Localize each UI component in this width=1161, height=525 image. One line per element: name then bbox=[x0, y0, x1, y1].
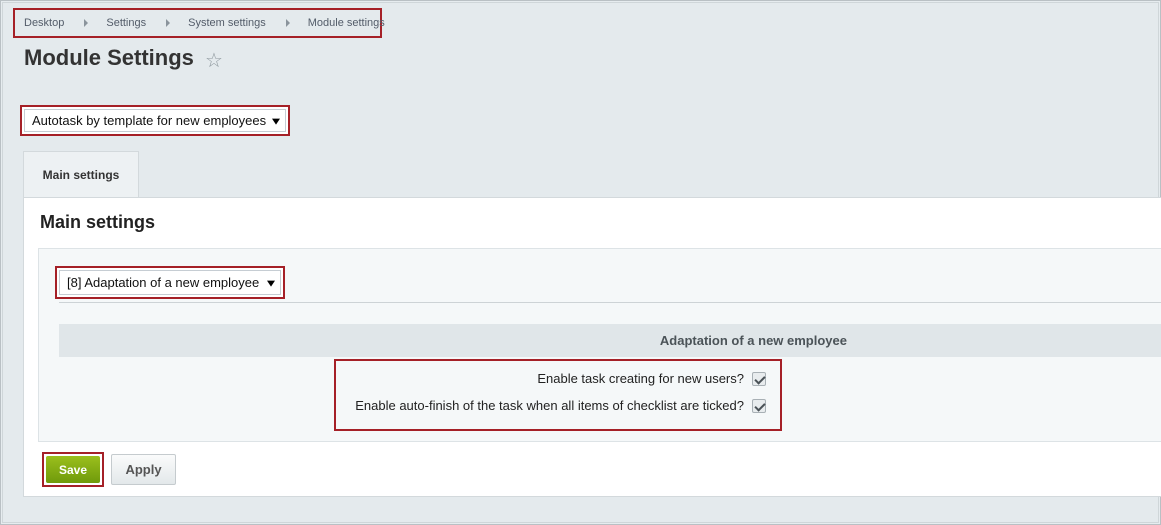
module-select-value: Autotask by template for new employees bbox=[32, 113, 267, 128]
template-select[interactable]: [8] Adaptation of a new employee bbox=[59, 270, 281, 295]
page-frame: Desktop Settings System settings Module … bbox=[2, 2, 1161, 523]
save-button-highlight: Save bbox=[42, 452, 104, 487]
option-enable-task-creating: Enable task creating for new users? bbox=[537, 371, 766, 386]
breadcrumb: Desktop Settings System settings Module … bbox=[13, 8, 385, 38]
save-button[interactable]: Save bbox=[46, 456, 100, 483]
divider bbox=[59, 302, 1161, 303]
apply-button[interactable]: Apply bbox=[111, 454, 176, 485]
main-settings-panel: Main settings [8] Adaptation of a new em… bbox=[23, 197, 1161, 497]
module-select-highlight: Autotask by template for new employees bbox=[20, 105, 290, 136]
tab-main-settings[interactable]: Main settings bbox=[23, 151, 139, 198]
breadcrumb-settings[interactable]: Settings bbox=[106, 17, 146, 29]
enable-task-creating-checkbox[interactable] bbox=[752, 371, 766, 386]
enable-auto-finish-checkbox[interactable] bbox=[752, 398, 766, 413]
chevron-right-icon bbox=[285, 19, 290, 27]
tab-label: Main settings bbox=[42, 168, 120, 182]
star-icon[interactable]: ☆ bbox=[205, 48, 223, 73]
template-select-value: [8] Adaptation of a new employee bbox=[67, 275, 260, 290]
chevron-right-icon bbox=[84, 19, 89, 27]
option-label: Enable task creating for new users? bbox=[537, 371, 744, 386]
settings-area: [8] Adaptation of a new employee Adaptat… bbox=[38, 248, 1161, 442]
dropdown-arrow-icon bbox=[267, 280, 275, 287]
dropdown-arrow-icon bbox=[272, 118, 280, 125]
breadcrumb-module-settings[interactable]: Module settings bbox=[308, 17, 385, 29]
section-header: Adaptation of a new employee bbox=[59, 324, 1161, 357]
option-enable-auto-finish: Enable auto-finish of the task when all … bbox=[355, 398, 766, 413]
option-label: Enable auto-finish of the task when all … bbox=[355, 398, 744, 413]
options-highlight: Enable task creating for new users? Enab… bbox=[334, 359, 782, 431]
module-select[interactable]: Autotask by template for new employees bbox=[24, 109, 286, 132]
panel-title: Main settings bbox=[40, 212, 156, 232]
chevron-right-icon bbox=[166, 19, 171, 27]
page-title: Module Settings bbox=[24, 45, 194, 70]
breadcrumb-system-settings[interactable]: System settings bbox=[188, 17, 266, 29]
template-select-highlight: [8] Adaptation of a new employee bbox=[55, 266, 285, 299]
section-header-label: Adaptation of a new employee bbox=[659, 333, 847, 348]
breadcrumb-desktop[interactable]: Desktop bbox=[24, 17, 64, 29]
